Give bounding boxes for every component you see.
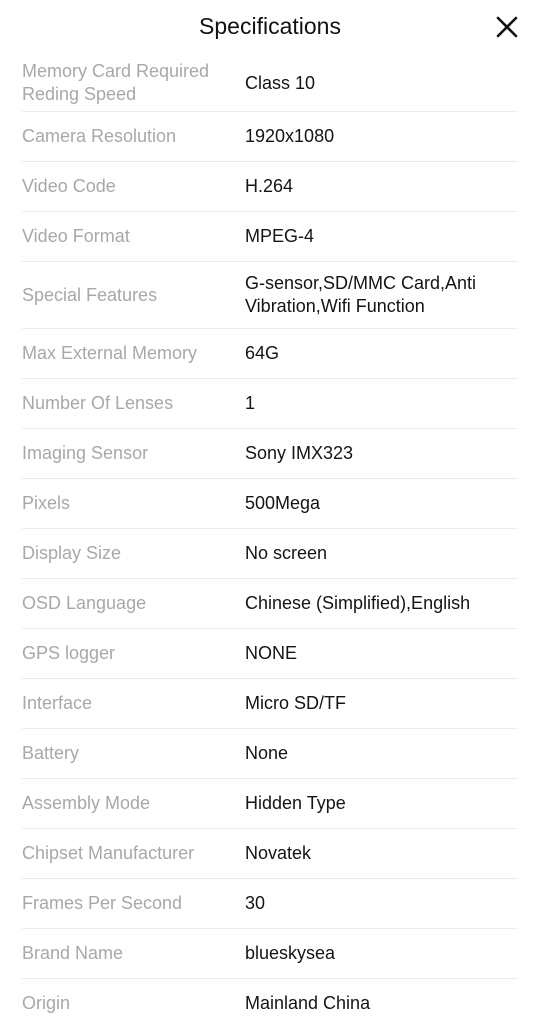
spec-label: Number Of Lenses <box>22 393 174 413</box>
spec-value: Chinese (Simplified),English <box>245 593 471 613</box>
spec-value: 64G <box>245 343 280 363</box>
spec-label: Imaging Sensor <box>22 443 149 463</box>
spec-row: Brand Name blueskysea <box>22 929 518 979</box>
spec-label: Origin <box>22 993 71 1013</box>
close-icon <box>496 16 518 38</box>
spec-row: Number Of Lenses 1 <box>22 379 518 429</box>
spec-label: GPS logger <box>22 643 116 663</box>
spec-value: Class 10 <box>245 72 316 93</box>
spec-label: Interface <box>22 693 93 713</box>
spec-value: 1 <box>245 393 256 413</box>
spec-label: Pixels <box>22 493 71 513</box>
spec-row: Frames Per Second 30 <box>22 879 518 929</box>
spec-row: Camera Resolution 1920x1080 <box>22 112 518 162</box>
spec-label: Assembly Mode <box>22 793 151 813</box>
spec-value: Micro SD/TF <box>245 693 346 713</box>
spec-value: None <box>245 743 289 763</box>
spec-value: H.264 <box>245 176 294 196</box>
spec-label: Display Size <box>22 543 122 563</box>
spec-value: Hidden Type <box>245 793 346 813</box>
spec-label: Video Code <box>22 176 116 196</box>
spec-row: Chipset Manufacturer Novatek <box>22 829 518 879</box>
spec-value: Sony IMX323 <box>245 443 354 463</box>
spec-value: G-sensor,SD/MMC Card,Anti Vibration,Wifi… <box>245 273 477 316</box>
spec-row: Special Features G-sensor,SD/MMC Card,An… <box>22 262 518 329</box>
spec-value: Mainland China <box>245 993 371 1013</box>
spec-row: OSD Language Chinese (Simplified),Englis… <box>22 579 518 629</box>
spec-row: Pixels 500Mega <box>22 479 518 529</box>
spec-value: blueskysea <box>245 943 336 963</box>
spec-label: Special Features <box>22 284 158 305</box>
spec-row: Display Size No screen <box>22 529 518 579</box>
spec-label: Max External Memory <box>22 343 198 363</box>
spec-label: OSD Language <box>22 593 147 613</box>
spec-label: Brand Name <box>22 943 124 963</box>
spec-label: Chipset Manufacturer <box>22 843 195 863</box>
spec-label: Camera Resolution <box>22 126 177 146</box>
spec-value: NONE <box>245 643 298 663</box>
spec-row: Imaging Sensor Sony IMX323 <box>22 429 518 479</box>
spec-label: Battery <box>22 743 80 763</box>
spec-row: Video Format MPEG-4 <box>22 212 518 262</box>
spec-row: Origin Mainland China <box>22 979 518 1028</box>
spec-row: Assembly Mode Hidden Type <box>22 779 518 829</box>
spec-row: Video Code H.264 <box>22 162 518 212</box>
spec-row: Memory Card Required Reding Speed Class … <box>22 55 518 112</box>
spec-row: Max External Memory 64G <box>22 329 518 379</box>
spec-label: Memory Card Required Reding Speed <box>22 61 210 104</box>
spec-value: Novatek <box>245 843 312 863</box>
spec-value: 1920x1080 <box>245 126 335 146</box>
spec-row: Battery None <box>22 729 518 779</box>
specifications-sheet: Specifications Memory Card Required Redi… <box>0 0 540 1031</box>
spec-label: Frames Per Second <box>22 893 183 913</box>
spec-value: MPEG-4 <box>245 226 315 246</box>
spec-row: GPS logger NONE <box>22 629 518 679</box>
sheet-title: Specifications <box>199 13 341 39</box>
sheet-header: Specifications <box>0 0 540 55</box>
spec-value: No screen <box>245 543 328 563</box>
spec-label: Video Format <box>22 226 130 246</box>
close-button[interactable] <box>494 14 520 40</box>
spec-value: 30 <box>245 893 266 913</box>
spec-row: Interface Micro SD/TF <box>22 679 518 729</box>
spec-value: 500Mega <box>245 493 321 513</box>
specs-list: Memory Card Required Reding Speed Class … <box>0 55 540 1028</box>
